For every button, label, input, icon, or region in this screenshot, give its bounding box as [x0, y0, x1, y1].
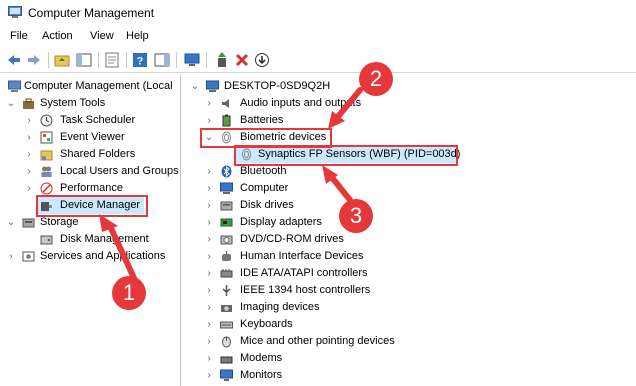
- arrow-step-1: [107, 223, 137, 281]
- step-1-badge: 1: [112, 276, 146, 310]
- arrowhead-step-1: [99, 214, 118, 232]
- step-3-badge: 3: [339, 199, 373, 233]
- step-2-badge: 2: [359, 62, 393, 96]
- arrow-step-2: [333, 87, 363, 122]
- annotation-arrows: [99, 87, 363, 281]
